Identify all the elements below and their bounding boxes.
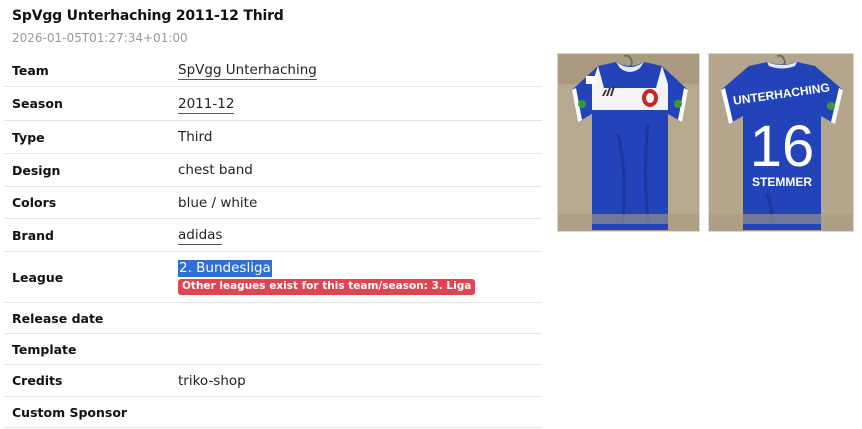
row-label: Type xyxy=(12,129,45,145)
credits-value: triko-shop xyxy=(178,372,246,389)
row-label: Season xyxy=(12,96,63,111)
shirt-front-image xyxy=(558,54,699,231)
row-brand: Brand adidas xyxy=(4,219,542,252)
shirt-back-photo[interactable]: UNTERHACHING 16 STEMMER xyxy=(708,53,854,232)
row-label: Colors xyxy=(12,195,57,210)
row-custom-sponsor: Custom Sponsor xyxy=(4,397,542,428)
page-title: SpVgg Unterhaching 2011-12 Third xyxy=(12,8,284,24)
details-table: Team SpVgg Unterhaching Season 2011-12 T… xyxy=(4,54,542,428)
row-design: Design chest band xyxy=(4,154,542,187)
row-team: Team SpVgg Unterhaching xyxy=(4,54,542,87)
shirt-front-photo[interactable] xyxy=(557,53,700,232)
league-link[interactable]: 2. Bundesliga xyxy=(178,259,272,277)
row-credits: Credits triko-shop xyxy=(4,365,542,397)
row-label: Credits xyxy=(12,373,63,388)
row-label: Brand xyxy=(12,227,54,243)
brand-link[interactable]: adidas xyxy=(178,227,223,245)
row-label: Template xyxy=(12,341,77,357)
type-value: Third xyxy=(178,129,213,145)
row-league: League 2. Bundesliga Other leagues exist… xyxy=(4,252,542,303)
row-template: Template xyxy=(4,334,542,365)
season-link[interactable]: 2011-12 xyxy=(178,95,235,114)
shirt-back-image: UNTERHACHING 16 STEMMER xyxy=(709,54,853,231)
team-link[interactable]: SpVgg Unterhaching xyxy=(178,62,317,80)
timestamp: 2026-01-05T01:27:34+01:00 xyxy=(12,31,188,45)
back-player-text: STEMMER xyxy=(752,175,812,189)
row-season: Season 2011-12 xyxy=(4,87,542,121)
design-value: chest band xyxy=(178,162,253,178)
row-type: Type Third xyxy=(4,121,542,154)
page: SpVgg Unterhaching 2011-12 Third 2026-01… xyxy=(0,0,862,429)
row-label: League xyxy=(12,269,64,285)
row-release-date: Release date xyxy=(4,303,542,334)
row-label: Design xyxy=(12,162,61,178)
colors-value: blue / white xyxy=(178,194,258,211)
back-number-text: 16 xyxy=(750,114,815,179)
row-colors: Colors blue / white xyxy=(4,187,542,219)
row-label: Release date xyxy=(12,310,104,326)
row-label: Team xyxy=(12,62,49,78)
row-label: Custom Sponsor xyxy=(12,404,128,420)
league-warning-badge: Other leagues exist for this team/season… xyxy=(178,278,476,295)
